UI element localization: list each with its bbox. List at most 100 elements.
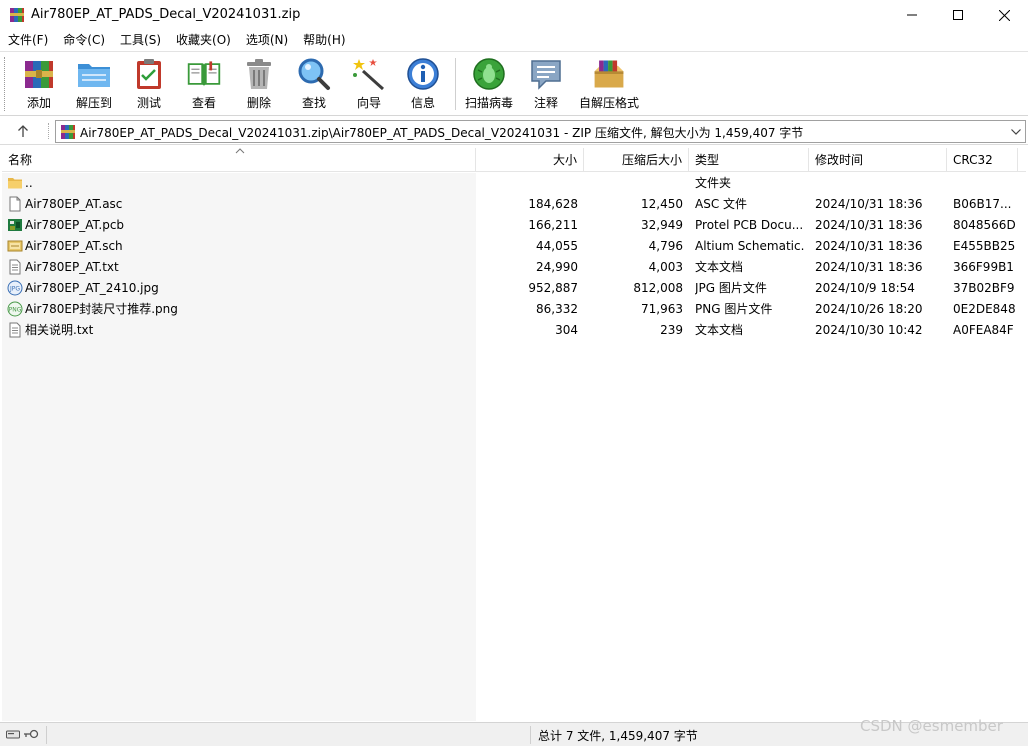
minimize-icon <box>907 14 917 16</box>
menu-file[interactable]: 文件(F) <box>0 30 55 50</box>
file-type: ASC 文件 <box>695 197 748 211</box>
column-size-label: 大小 <box>552 153 577 167</box>
table-row[interactable]: Air780EP_AT.asc 184,628 12,450 ASC 文件 2024/1… <box>2 194 1026 215</box>
table-row[interactable]: 相关说明.txt 304 239 文本文档 2024/10/30 10:42 A0FEA8… <box>2 320 1026 341</box>
close-icon <box>998 9 1010 21</box>
file-type: PNG 图片文件 <box>695 302 773 316</box>
table-row[interactable]: .. 文件夹 <box>2 173 1026 194</box>
file-name: Air780EP_AT.txt <box>25 260 119 274</box>
file-size: 166,211 <box>528 218 578 232</box>
address-separator <box>48 123 49 139</box>
table-row[interactable]: Air780EP_AT.sch 44,055 4,796 Altium Schemat… <box>2 236 1026 257</box>
scan-virus-button[interactable]: 扫描病毒 <box>464 56 514 112</box>
file-type: 文本文档 <box>695 323 744 337</box>
file-packed: 71,963 <box>641 302 683 316</box>
maximize-icon <box>953 10 963 20</box>
svg-text:JPG: JPG <box>9 286 20 293</box>
menu-help[interactable]: 帮助(H) <box>295 30 352 50</box>
address-field[interactable]: Air780EP_AT_PADS_Decal_V20241031.zip\Air… <box>55 120 1026 143</box>
file-type: 文件夹 <box>695 176 732 190</box>
file-crc: A0FEA84F <box>953 323 1014 337</box>
blank-file-icon <box>9 196 21 212</box>
table-row[interactable]: PNG Air780EP封装尺寸推荐.png 86,332 71,963 PNG 图片文… <box>2 299 1026 320</box>
find-button[interactable]: 查找 <box>296 56 332 112</box>
menu-tools[interactable]: 工具(S) <box>112 30 168 50</box>
file-packed <box>584 173 683 194</box>
key-icon <box>24 729 39 739</box>
file-modified: 2024/10/30 10:42 <box>815 323 923 337</box>
file-packed: 4,003 <box>648 260 683 274</box>
file-modified: 2024/10/26 18:20 <box>815 302 923 316</box>
wizard-button[interactable]: 向导 <box>350 56 388 112</box>
column-header-type[interactable]: 类型 <box>689 148 809 172</box>
file-packed: 812,008 <box>633 281 683 295</box>
delete-button[interactable]: 删除 <box>242 56 276 112</box>
minimize-button[interactable] <box>889 0 935 30</box>
column-header-size[interactable]: 大小 <box>476 148 584 172</box>
magnifier-icon <box>298 58 330 90</box>
info-label: 信息 <box>410 96 435 110</box>
view-button[interactable]: 查看 <box>182 56 226 112</box>
menu-commands[interactable]: 命令(C) <box>55 30 112 50</box>
toolbar-separator <box>455 58 456 110</box>
comment-button[interactable]: 注释 <box>528 56 564 112</box>
jpg-file-icon: JPG <box>7 280 23 296</box>
file-size: 304 <box>555 323 578 337</box>
pcb-file-icon <box>8 219 22 231</box>
test-button[interactable]: 测试 <box>132 56 166 112</box>
column-modified-label: 修改时间 <box>815 153 864 167</box>
comment-label: 注释 <box>533 96 558 110</box>
file-size: 44,055 <box>536 239 578 253</box>
close-button[interactable] <box>981 0 1027 30</box>
winrar-icon <box>10 8 24 22</box>
extract-to-button[interactable]: 解压到 <box>74 56 114 112</box>
virus-scan-icon <box>473 58 505 90</box>
file-list[interactable]: 名称 大小 压缩后大小 类型 修改时间 CRC32 .. 文件夹 Air780EP_… <box>2 148 1026 721</box>
drive-icon <box>6 730 20 739</box>
arrow-up-icon <box>18 125 28 137</box>
file-crc: 8048566D <box>953 218 1016 232</box>
file-crc: 0E2DE848 <box>953 302 1016 316</box>
file-packed: 12,450 <box>641 197 683 211</box>
schematic-file-icon <box>7 240 23 252</box>
file-type: Altium Schematic... <box>695 239 805 253</box>
view-label: 查看 <box>191 96 216 110</box>
file-size: 86,332 <box>536 302 578 316</box>
sfx-button[interactable]: 自解压格式 <box>578 56 640 112</box>
sfx-box-icon <box>594 60 624 88</box>
toolbar-grip[interactable] <box>4 57 7 111</box>
column-header-crc[interactable]: CRC32 <box>947 148 1018 172</box>
info-button[interactable]: 信息 <box>404 56 442 112</box>
maximize-button[interactable] <box>935 0 981 30</box>
file-size: 24,990 <box>536 260 578 274</box>
table-row[interactable]: JPG Air780EP_AT_2410.jpg 952,887 812,008 JPG… <box>2 278 1026 299</box>
file-modified: 2024/10/31 18:36 <box>815 218 923 232</box>
file-name: Air780EP_AT.sch <box>25 239 123 253</box>
chevron-down-icon <box>1011 129 1021 135</box>
text-file-icon <box>9 322 21 338</box>
file-crc: 366F99B1 <box>953 260 1014 274</box>
address-dropdown-button[interactable] <box>1009 124 1023 140</box>
up-folder-button[interactable] <box>10 120 36 142</box>
add-button[interactable]: 添加 <box>20 56 58 112</box>
column-packed-label: 压缩后大小 <box>621 153 682 167</box>
menu-options[interactable]: 选项(N) <box>238 30 295 50</box>
column-header-packed[interactable]: 压缩后大小 <box>584 148 689 172</box>
extract-to-label: 解压到 <box>75 96 112 110</box>
file-crc: E455BB25 <box>953 239 1016 253</box>
find-label: 查找 <box>301 96 326 110</box>
table-row[interactable]: Air780EP_AT.txt 24,990 4,003 文本文档 2024/10/31… <box>2 257 1026 278</box>
sfx-label: 自解压格式 <box>578 96 639 110</box>
status-summary: 总计 7 文件, 1,459,407 字节 <box>538 729 698 743</box>
file-crc: B06B17... <box>953 197 1012 211</box>
column-name-label: 名称 <box>8 153 33 167</box>
column-crc-label: CRC32 <box>953 153 993 167</box>
column-header-modified[interactable]: 修改时间 <box>809 148 947 172</box>
table-row[interactable]: Air780EP_AT.pcb 166,211 32,949 Protel PCB D… <box>2 215 1026 236</box>
wizard-label: 向导 <box>356 96 381 110</box>
menu-favorites[interactable]: 收藏夹(O) <box>168 30 238 50</box>
file-size: 184,628 <box>528 197 578 211</box>
file-modified: 2024/10/31 18:36 <box>815 239 923 253</box>
menu-bar: 文件(F) 命令(C) 工具(S) 收藏夹(O) 选项(N) 帮助(H) <box>0 30 1028 50</box>
folder-extract-icon <box>78 64 110 87</box>
